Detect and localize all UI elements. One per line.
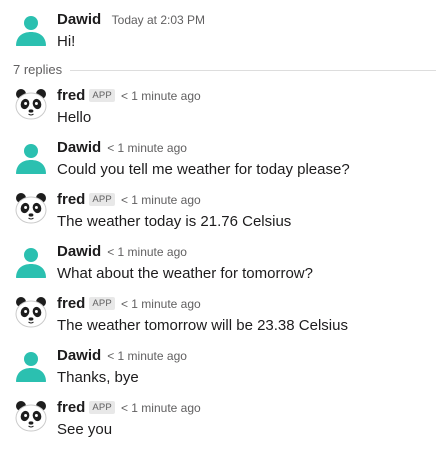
- author-name[interactable]: Dawid: [57, 11, 101, 28]
- divider-line: [69, 70, 436, 71]
- reply-message: Dawid < 1 minute ago Could you tell me wea…: [13, 138, 436, 190]
- panda-avatar-icon[interactable]: [13, 190, 49, 226]
- timestamp[interactable]: < 1 minute ago: [121, 89, 201, 103]
- reply-message: fred APP < 1 minute ago The weather today i…: [13, 190, 436, 242]
- panda-avatar-icon[interactable]: [13, 294, 49, 330]
- message-text: See you: [57, 421, 113, 438]
- message-header: fred APP < 1 minute ago: [57, 398, 201, 418]
- message-header: fred APP < 1 minute ago: [57, 294, 201, 314]
- user-avatar-icon[interactable]: [13, 10, 49, 46]
- author-name[interactable]: fred: [57, 295, 85, 312]
- message-header: Dawid < 1 minute ago: [57, 242, 187, 262]
- user-avatar-icon[interactable]: [13, 346, 49, 382]
- timestamp[interactable]: < 1 minute ago: [121, 193, 201, 207]
- message-text: Could you tell me weather for today plea…: [57, 161, 350, 178]
- timestamp[interactable]: < 1 minute ago: [107, 245, 187, 259]
- user-avatar-icon[interactable]: [13, 138, 49, 174]
- panda-avatar-icon[interactable]: [13, 398, 49, 434]
- app-badge: APP: [89, 89, 115, 102]
- timestamp[interactable]: < 1 minute ago: [107, 141, 187, 155]
- reply-message: Dawid < 1 minute ago What about the weathe…: [13, 242, 436, 294]
- message-text: Hello: [57, 109, 92, 126]
- author-name[interactable]: fred: [57, 399, 85, 416]
- message-text: The weather today is 21.76 Celsius: [57, 213, 292, 230]
- parent-message: Dawid Today at 2:03 PM Hi!: [13, 10, 436, 62]
- reply-message: fred APP < 1 minute ago Hello: [13, 86, 436, 138]
- app-badge: APP: [89, 193, 115, 206]
- author-name[interactable]: fred: [57, 87, 85, 104]
- panda-avatar-icon[interactable]: [13, 86, 49, 122]
- author-name[interactable]: Dawid: [57, 139, 101, 156]
- timestamp[interactable]: < 1 minute ago: [107, 349, 187, 363]
- message-text: Hi!: [57, 33, 76, 50]
- author-name[interactable]: Dawid: [57, 347, 101, 364]
- timestamp[interactable]: Today at 2:03 PM: [112, 13, 205, 27]
- message-header: Dawid < 1 minute ago: [57, 346, 187, 366]
- message-text: What about the weather for tomorrow?: [57, 265, 313, 282]
- app-badge: APP: [89, 401, 115, 414]
- replies-count: 7 replies: [13, 61, 71, 79]
- message-header: fred APP < 1 minute ago: [57, 190, 201, 210]
- message-header: Dawid Today at 2:03 PM: [57, 10, 205, 30]
- timestamp[interactable]: < 1 minute ago: [121, 401, 201, 415]
- timestamp[interactable]: < 1 minute ago: [121, 297, 201, 311]
- author-name[interactable]: Dawid: [57, 243, 101, 260]
- user-avatar-icon[interactable]: [13, 242, 49, 278]
- message-text: Thanks, bye: [57, 369, 139, 386]
- reply-message: Dawid < 1 minute ago Thanks, bye: [13, 346, 436, 398]
- reply-message: fred APP < 1 minute ago See you: [13, 398, 436, 450]
- app-badge: APP: [89, 297, 115, 310]
- message-header: Dawid < 1 minute ago: [57, 138, 187, 158]
- message-header: fred APP < 1 minute ago: [57, 86, 201, 106]
- author-name[interactable]: fred: [57, 191, 85, 208]
- reply-message: fred APP < 1 minute ago The weather tomorro…: [13, 294, 436, 346]
- message-text: The weather tomorrow will be 23.38 Celsi…: [57, 317, 348, 334]
- replies-divider: 7 replies: [13, 60, 436, 80]
